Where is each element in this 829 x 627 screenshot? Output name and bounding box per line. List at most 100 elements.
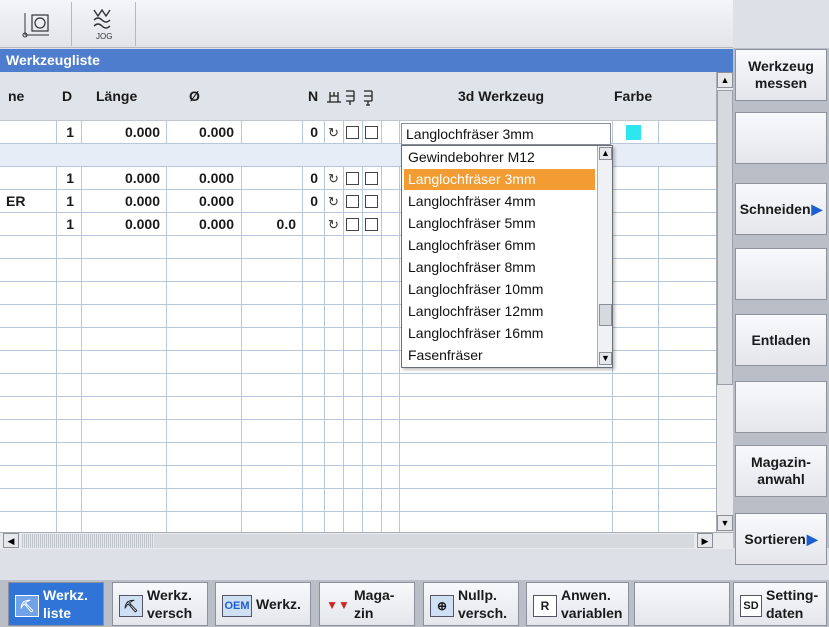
cell-laenge: 0.000 (124, 216, 160, 232)
axis-icon[interactable] (0, 2, 72, 46)
table-row[interactable] (0, 466, 716, 489)
softkey-magazin-anwahl[interactable]: Magazin-anwahl (735, 445, 827, 497)
arrow-right-icon: ▶ (811, 200, 823, 217)
cell-extra: 0.0 (276, 216, 296, 232)
tool-table: ne D Länge Ø N 3d Werkzeug Farbe 1 0.000… (0, 72, 733, 532)
softkey-empty-4[interactable] (735, 248, 827, 300)
tab-nullp-versch[interactable]: ⊕ Nullp. versch. (423, 582, 519, 626)
table-row[interactable] (0, 512, 716, 532)
cell-name: ER (6, 193, 26, 209)
cell-d: 1 (66, 193, 74, 209)
cell-durchmesser: 0.000 (198, 193, 234, 209)
coolant2-checkbox[interactable] (365, 172, 378, 185)
table-row[interactable] (0, 397, 716, 420)
jog-label: JOG (96, 32, 112, 41)
cell-d: 1 (66, 170, 74, 186)
cell-laenge: 0.000 (124, 124, 160, 140)
table-row[interactable] (0, 489, 716, 512)
magazine-icon: ▼▼ (326, 598, 350, 612)
vertical-scrollbar[interactable]: ▲ ▼ (716, 72, 733, 532)
rotation-icon: ↻ (328, 194, 339, 209)
oem-icon: OEM (222, 595, 252, 617)
horizontal-scrollbar[interactable]: ◀ ▶ (0, 532, 733, 549)
col-d: D (62, 88, 73, 104)
cell-n: 0 (310, 124, 318, 140)
dropdown-option[interactable]: Fasenfräser (404, 345, 595, 366)
softkey-empty-6[interactable] (735, 381, 827, 433)
cell-durchmesser: 0.000 (198, 216, 234, 232)
rotation-icon: ↻ (328, 125, 339, 140)
setting-data-icon: SD (740, 595, 762, 617)
page-title: Werkzeugliste (0, 49, 733, 72)
tab-magazin[interactable]: ▼▼ Maga- zin (319, 582, 415, 626)
rotation-icon: ↻ (328, 171, 339, 186)
scroll-right-button[interactable]: ▶ (697, 533, 713, 548)
scroll-left-button[interactable]: ◀ (3, 533, 19, 548)
col-3d-werkzeug: 3d Werkzeug (458, 88, 545, 104)
dropdown-option[interactable]: Langlochfräser 6mm (404, 235, 595, 256)
dropdown-option[interactable]: Langlochfräser 16mm (404, 323, 595, 344)
coolant1-checkbox[interactable] (346, 218, 359, 231)
coolant1-checkbox[interactable] (346, 172, 359, 185)
dropdown-scroll-up[interactable]: ▲ (599, 147, 612, 160)
coolant2-checkbox[interactable] (365, 195, 378, 208)
cell-durchmesser: 0.000 (198, 124, 234, 140)
tool-3d-dropdown[interactable]: Gewindebohrer M12 Langlochfräser 3mm Lan… (401, 145, 613, 368)
table-row[interactable] (0, 443, 716, 466)
top-status-bar: JOG (0, 0, 733, 48)
cell-laenge: 0.000 (124, 193, 160, 209)
softkey-werkzeug-messen[interactable]: Werkzeug messen (735, 49, 827, 101)
dropdown-scrollbar[interactable]: ▲ ▼ (597, 146, 612, 367)
dropdown-option[interactable]: Langlochfräser 4mm (404, 191, 595, 212)
cell-durchmesser: 0.000 (198, 170, 234, 186)
user-variable-icon: R (533, 595, 557, 617)
table-header: ne D Länge Ø N 3d Werkzeug Farbe (0, 72, 716, 121)
dropdown-option[interactable]: Gewindebohrer M12 (404, 147, 595, 168)
zero-offset-icon: ⊕ (430, 595, 454, 617)
scroll-down-button[interactable]: ▼ (717, 515, 733, 531)
softkey-entladen[interactable]: Entladen (735, 314, 827, 366)
cell-d: 1 (66, 216, 74, 232)
coolant2-checkbox[interactable] (365, 218, 378, 231)
dropdown-option-selected[interactable]: Langlochfräser 3mm (404, 169, 595, 190)
tab-oem-werkz[interactable]: OEM Werkz. (215, 582, 311, 626)
coolant1-checkbox[interactable] (346, 195, 359, 208)
scroll-thumb[interactable] (717, 90, 733, 385)
softkey-schneiden[interactable]: Schneiden ▶ (735, 183, 827, 235)
tab-anwen-variablen[interactable]: R Anwen. variablen (526, 582, 629, 626)
col-farbe: Farbe (614, 88, 653, 104)
dropdown-option[interactable]: Langlochfräser 12mm (404, 301, 595, 322)
coolant2-checkbox[interactable] (365, 126, 378, 139)
cell-d: 1 (66, 124, 74, 140)
tab-empty[interactable] (634, 582, 730, 626)
softkey-empty-2[interactable] (735, 112, 827, 164)
tool-3d-combobox[interactable]: Langlochfräser 3mm (401, 123, 611, 145)
coolant1-checkbox[interactable] (346, 126, 359, 139)
hscroll-track[interactable] (22, 534, 154, 548)
tool-list-icon: ⛏ (15, 595, 39, 617)
jog-icon[interactable]: JOG (72, 2, 136, 46)
softkey-sortieren[interactable]: Sortieren ▶ (735, 513, 827, 565)
arrow-right-icon: ▶ (806, 530, 818, 547)
tool-wear-icon: ⛏ (119, 595, 143, 617)
vertical-softkeys: Werkzeug messen Schneiden ▶ Entladen Maga… (733, 48, 829, 565)
col-durchmesser: Ø (189, 88, 200, 104)
scroll-up-button[interactable]: ▲ (717, 72, 733, 88)
hscroll-thumb[interactable] (154, 534, 694, 548)
rotation-icon: ↻ (328, 217, 339, 232)
dropdown-option[interactable]: Langlochfräser 8mm (404, 257, 595, 278)
color-swatch[interactable] (626, 125, 641, 140)
spindle-icon (325, 72, 381, 121)
dropdown-option[interactable]: Langlochfräser 5mm (404, 213, 595, 234)
table-row[interactable] (0, 420, 716, 443)
col-name: ne (8, 88, 25, 104)
tab-werkz-liste[interactable]: ⛏ Werkz. liste (8, 582, 104, 626)
table-row[interactable] (0, 374, 716, 397)
cell-n: 0 (310, 193, 318, 209)
tab-werkz-versch[interactable]: ⛏ Werkz. versch (112, 582, 208, 626)
dropdown-option[interactable]: Langlochfräser 10mm (404, 279, 595, 300)
dropdown-scroll-down[interactable]: ▼ (599, 352, 612, 365)
tab-setting-daten[interactable]: SD Setting- daten (733, 582, 827, 626)
horizontal-softkeys: ⛏ Werkz. liste ⛏ Werkz. versch OEM Werkz… (0, 580, 829, 627)
dropdown-scroll-thumb[interactable] (599, 304, 612, 326)
